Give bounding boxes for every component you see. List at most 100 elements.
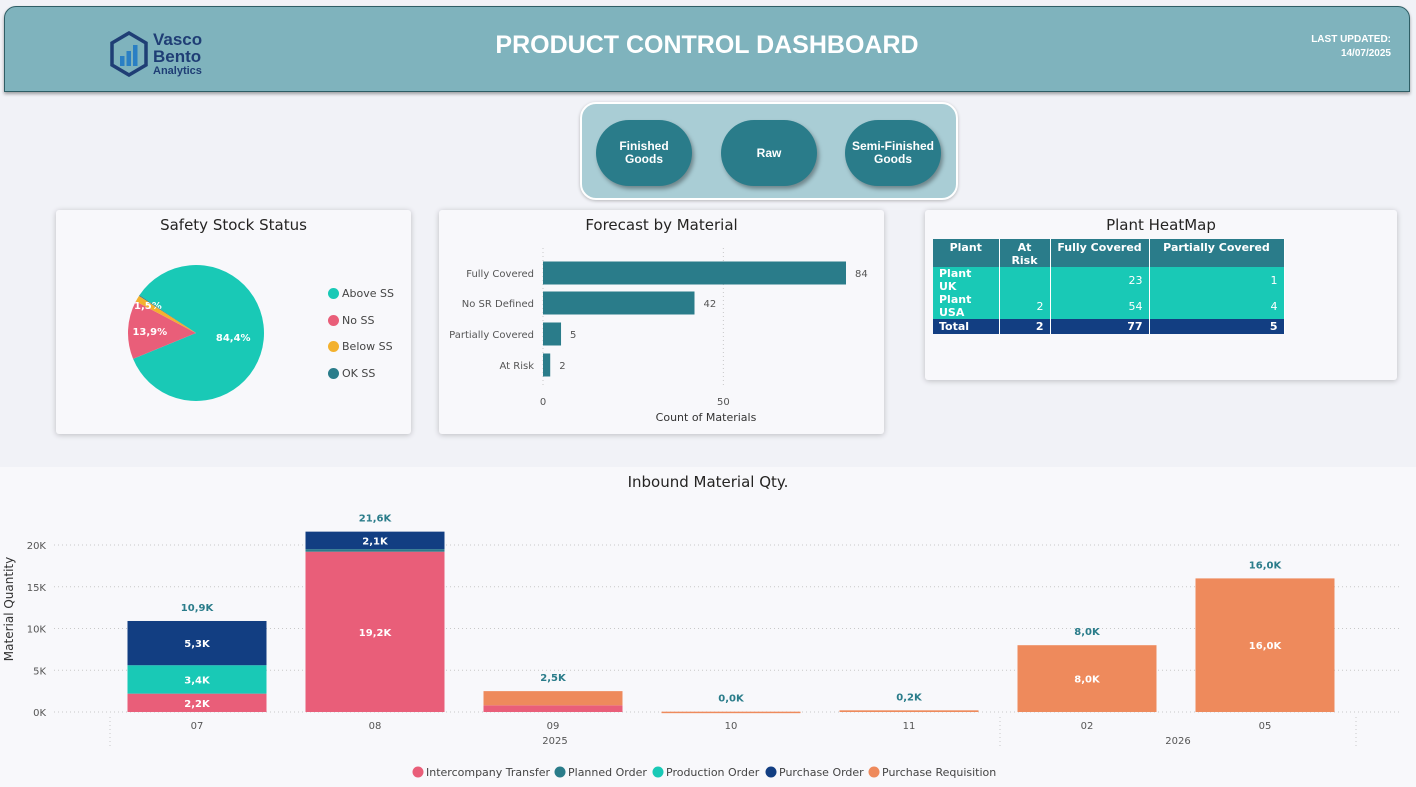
semi-finished-goods-button[interactable]: Semi-Finished Goods (845, 120, 941, 186)
inbound-material-chart: Inbound Material Qty. 0K 5K 10K 15K 20K Materi… (2, 473, 1400, 779)
bar-segment-intercompany-transfer-09 (483, 705, 623, 712)
inbound-material-panel: Inbound Material Qty. 0K 5K 10K 15K 20K Materi… (0, 467, 1416, 787)
bar-segment-purchase-requisition-09 (483, 691, 623, 706)
col-header-partially-covered[interactable]: Partially Covered (1149, 239, 1285, 267)
pie-data-label-below-ss: 1,5% (134, 301, 162, 312)
plant-heatmap-table: Plant At Risk Fully Covered Partially Co… (933, 239, 1285, 334)
bar-no-sr-defined (543, 291, 695, 315)
heatmap-header-row: Plant At Risk Fully Covered Partially Co… (933, 239, 1285, 267)
legend-below-ss[interactable]: Below SS (328, 340, 393, 353)
legend-label-production-order: Production Order (666, 766, 760, 779)
y-tick-label-15k: 15K (27, 583, 47, 594)
cell-at-risk: 2 (999, 293, 1051, 319)
cell-total-partially-covered: 5 (1149, 319, 1285, 334)
x-tick-label-0: 0 (540, 397, 546, 408)
bar-fully-covered (543, 261, 846, 285)
table-total-row: Total 2 77 5 (933, 319, 1285, 334)
year-label-2026: 2026 (1165, 736, 1190, 747)
total-label-08: 21,6K (359, 514, 393, 525)
x-tick-label-11: 11 (903, 721, 916, 732)
y-axis-title: Material Quantity (2, 557, 16, 661)
x-tick-label-09: 09 (547, 721, 560, 732)
segment-label-purchase-order-08: 2,1K (362, 536, 389, 547)
legend-label-purchase-requisition: Purchase Requisition (882, 766, 996, 779)
data-label-partially-covered: 5 (570, 330, 576, 341)
x-tick-label-02: 02 (1081, 721, 1094, 732)
cell-plant: Plant USA (933, 293, 1000, 319)
segment-label-intercompany-transfer-07: 2,2K (184, 699, 211, 710)
legend-dot-ok-ss (328, 368, 339, 379)
last-updated: LAST UPDATED: 14/07/2025 (1311, 33, 1391, 61)
legend-label-intercompany-transfer: Intercompany Transfer (426, 766, 550, 779)
cell-fully-covered: 54 (1050, 293, 1150, 319)
bar-segment-planned-order-08 (305, 549, 445, 552)
segment-label-purchase-requisition-02: 8,0K (1074, 675, 1101, 686)
y-tick-label-10k: 10K (27, 625, 47, 636)
year-label-2025: 2025 (542, 736, 567, 747)
col-header-at-risk[interactable]: At Risk (999, 239, 1051, 267)
cell-plant: Plant UK (933, 267, 1000, 293)
legend-label-purchase-order: Purchase Order (779, 766, 864, 779)
legend-dot-planned-order (554, 766, 566, 778)
legend-dot-purchase-requisition (868, 766, 880, 778)
total-label-11: 0,2K (896, 692, 923, 703)
forecast-card: Forecast by Material Fully Covered 84 No S… (439, 210, 884, 434)
finished-goods-button[interactable]: Finished Goods (596, 120, 692, 186)
x-tick-label-07: 07 (191, 721, 204, 732)
material-type-slicer: Finished Goods Raw Semi-Finished Goods (580, 102, 958, 200)
y-tick-label-partially-covered: Partially Covered (449, 330, 534, 341)
x-tick-label-08: 08 (369, 721, 382, 732)
total-label-07: 10,9K (181, 603, 215, 614)
data-label-at-risk: 2 (559, 361, 565, 372)
legend-label-above-ss: Above SS (342, 287, 394, 300)
table-row[interactable]: Plant USA 2 54 4 (933, 293, 1285, 319)
safety-stock-card: Safety Stock Status 84,4% 13,9% 1,5% Above… (56, 210, 411, 434)
x-axis-title: Count of Materials (656, 411, 757, 424)
pie-data-label-no-ss: 13,9% (132, 327, 167, 338)
legend-dot-above-ss (328, 288, 339, 299)
legend-dot-below-ss (328, 341, 339, 352)
total-label-09: 2,5K (540, 673, 567, 684)
cell-total-fully-covered: 77 (1050, 319, 1150, 334)
legend-dot-no-ss (328, 315, 339, 326)
x-tick-label-05: 05 (1259, 721, 1272, 732)
cell-fully-covered: 23 (1050, 267, 1150, 293)
y-tick-label-20k: 20K (27, 541, 47, 552)
bar-partially-covered (543, 322, 562, 346)
table-row[interactable]: Plant UK 23 1 (933, 267, 1285, 293)
col-header-plant[interactable]: Plant (933, 239, 1000, 267)
bar-segment-purchase-requisition-11 (839, 710, 979, 712)
segment-label-intercompany-transfer-08: 19,2K (359, 628, 393, 639)
data-label-fully-covered: 84 (855, 269, 868, 280)
x-tick-label-10: 10 (725, 721, 738, 732)
x-tick-label-50: 50 (717, 397, 730, 408)
segment-label-production-order-07: 3,4K (184, 675, 211, 686)
chart-title: Inbound Material Qty. (628, 473, 789, 491)
legend-label-no-ss: No SS (342, 314, 375, 327)
legend-no-ss[interactable]: No SS (328, 314, 374, 327)
legend-ok-ss[interactable]: OK SS (328, 367, 375, 380)
plant-heatmap-card: Plant HeatMap Plant At Risk Fully Covere… (925, 210, 1397, 380)
bar-at-risk (543, 353, 551, 377)
col-header-fully-covered[interactable]: Fully Covered (1050, 239, 1150, 267)
raw-button[interactable]: Raw (721, 120, 817, 186)
legend-label-planned-order: Planned Order (568, 766, 647, 779)
total-label-10: 0,0K (718, 694, 745, 705)
cell-partially-covered: 4 (1149, 293, 1285, 319)
total-label-05: 16,0K (1249, 560, 1283, 571)
bar-segment-purchase-requisition-10 (661, 711, 801, 714)
segment-label-purchase-order-07: 5,3K (184, 639, 211, 650)
legend-dot-purchase-order (765, 766, 777, 778)
legend-dot-intercompany-transfer (412, 766, 424, 778)
data-label-no-sr-defined: 42 (704, 299, 717, 310)
y-tick-label-no-sr-defined: No SR Defined (462, 299, 534, 310)
last-updated-label: LAST UPDATED: (1311, 34, 1391, 45)
legend-dot-production-order (652, 766, 664, 778)
y-tick-label-5k: 5K (33, 666, 46, 677)
legend-above-ss[interactable]: Above SS (328, 287, 394, 300)
legend-label-below-ss: Below SS (342, 340, 393, 353)
dashboard-header: Vasco Bento Analytics PRODUCT CONTROL DA… (4, 6, 1410, 92)
page-title: PRODUCT CONTROL DASHBOARD (495, 31, 919, 59)
last-updated-value: 14/07/2025 (1340, 48, 1391, 59)
total-label-02: 8,0K (1074, 627, 1101, 638)
